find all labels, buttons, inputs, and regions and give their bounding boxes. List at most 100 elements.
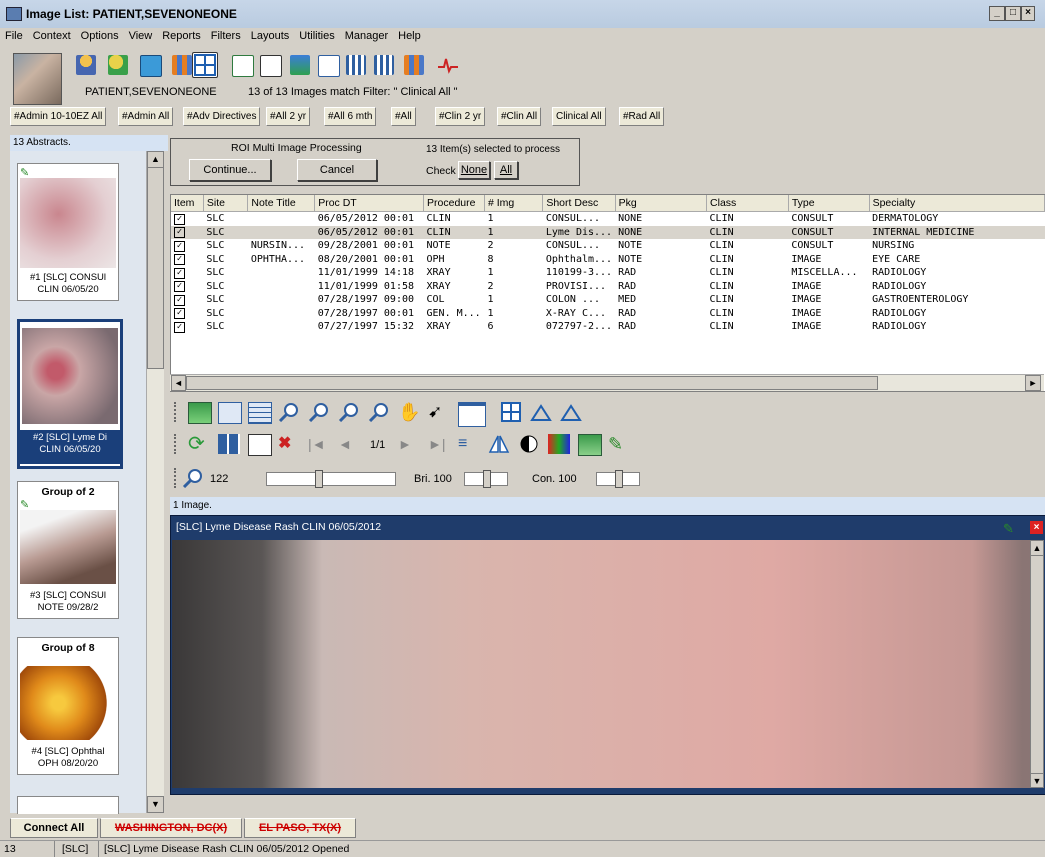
checkbox[interactable]: ✓ [174, 294, 185, 306]
zoom-out-icon[interactable] [308, 402, 330, 423]
settings-icon[interactable] [404, 55, 424, 75]
mark-icon[interactable] [218, 434, 240, 454]
checkbox[interactable]: ✓ [174, 308, 185, 320]
delete-icon[interactable]: ✖ [278, 434, 300, 454]
row-checkbox[interactable]: ✓ [171, 320, 203, 334]
clinical-image[interactable] [172, 540, 1030, 788]
table-row[interactable]: ✓ SLC 11/01/1999 01:58 XRAY 2 PROVISI... RAD CL… [171, 280, 1045, 294]
rotate-left-icon[interactable] [530, 402, 552, 422]
continue-button[interactable]: Continue... [189, 159, 271, 181]
row-checkbox[interactable]: ✓ [171, 266, 203, 280]
table-row[interactable]: ✓ SLC 06/05/2012 00:01 CLIN 1 CONSUL... NONE CL… [171, 212, 1045, 226]
menu-file[interactable]: File [0, 28, 28, 42]
scroll-up-button[interactable]: ▲ [147, 151, 164, 168]
column-header[interactable]: Pkg [615, 195, 708, 212]
flip-icon[interactable] [488, 434, 510, 454]
column-header[interactable]: Short Desc [542, 195, 616, 212]
table-row[interactable]: ✓ SLC OPHTHA... 08/20/2001 00:01 OPH 8 Ophthal… [171, 253, 1045, 267]
pan-hand-icon[interactable]: ✋ [398, 402, 420, 422]
scroll-left-button[interactable]: ◄ [171, 375, 186, 391]
fit-to-window-icon[interactable] [218, 402, 242, 424]
table-row[interactable]: ✓ SLC 07/28/1997 09:00 COL 1 COLON ... MED CLIN… [171, 293, 1045, 307]
compare-icon[interactable] [346, 55, 366, 75]
table-row[interactable]: ✓ SLC 11/01/1999 14:18 XRAY 1 110199-3... RAD C… [171, 266, 1045, 280]
first-image-icon[interactable]: |◄ [308, 434, 330, 454]
checkbox[interactable]: ✓ [174, 227, 185, 239]
close-button[interactable]: × [1021, 6, 1035, 21]
zoom-rect-icon[interactable] [338, 402, 360, 423]
column-header[interactable]: Note Title [247, 195, 316, 212]
document-icon[interactable] [260, 55, 282, 77]
table-row[interactable]: ✓ SLC 06/05/2012 00:01 CLIN 1 Lyme Dis... NONE… [171, 225, 1045, 239]
contrast-slider[interactable] [596, 470, 640, 488]
filter-button[interactable]: #All 2 yr [266, 107, 311, 126]
thumbnail-3[interactable]: Group of 2 ✎ #3 [SLC] CONSUl NOTE 09/28/… [17, 481, 119, 619]
image-list-icon[interactable] [140, 55, 162, 77]
previous-image-icon[interactable]: ◄ [338, 434, 360, 454]
filter-button[interactable]: #Admin All [118, 107, 174, 126]
report-icon[interactable] [318, 55, 340, 77]
column-header[interactable]: Proc DT [314, 195, 425, 212]
site-tab-washington[interactable]: WASHINGTON, DC(X) [100, 818, 242, 838]
window-layout-icon[interactable] [458, 402, 486, 427]
maximize-button[interactable]: □ [1005, 6, 1021, 21]
connect-all-tab[interactable]: Connect All [10, 818, 98, 838]
filter-button[interactable]: #Rad All [619, 107, 665, 126]
table-row[interactable]: ✓ SLC 07/27/1997 15:32 XRAY 6 072797-2... RAD C… [171, 320, 1045, 334]
compare-2-icon[interactable] [374, 55, 394, 75]
scroll-right-button[interactable]: ► [1025, 375, 1041, 391]
menu-reports[interactable]: Reports [157, 28, 206, 42]
align-icon[interactable]: ≡ [458, 434, 480, 454]
fit-width-icon[interactable] [248, 402, 272, 424]
checkbox[interactable]: ✓ [174, 267, 185, 279]
column-header[interactable]: Type [788, 195, 870, 212]
image-capture-icon[interactable] [290, 55, 310, 75]
scroll-thumb[interactable] [1030, 555, 1044, 777]
close-image-icon[interactable]: × [1030, 521, 1043, 534]
filter-button[interactable]: #All 6 mth [324, 107, 377, 126]
filter-button[interactable]: #Adv Directives [183, 107, 261, 126]
viewer-vertical-scrollbar[interactable]: ▲ ▼ [1030, 540, 1044, 788]
rotate-right-icon[interactable] [560, 402, 582, 422]
row-checkbox[interactable]: ✓ [171, 225, 204, 239]
column-header[interactable]: Specialty [869, 195, 1045, 212]
patient-icon[interactable] [76, 55, 96, 75]
column-header[interactable]: Site [203, 195, 249, 212]
menu-filters[interactable]: Filters [206, 28, 246, 42]
thumbnail-1[interactable]: ✎ #1 [SLC] CONSUl CLIN 06/05/20 [17, 163, 119, 301]
column-header[interactable]: Procedure [423, 195, 485, 212]
column-header[interactable]: # Img [484, 195, 544, 212]
zoom-in-icon[interactable] [278, 402, 300, 423]
thumbnail-4[interactable]: Group of 8 #4 [SLC] Ophthal OPH 08/20/20 [17, 637, 119, 775]
table-horizontal-scrollbar[interactable]: ◄ ► [170, 374, 1044, 391]
menu-layouts[interactable]: Layouts [246, 28, 295, 42]
color-adjust-icon[interactable] [548, 434, 570, 454]
next-image-icon[interactable]: ► [398, 434, 420, 454]
last-image-icon[interactable]: ►| [428, 434, 450, 454]
checkbox[interactable]: ✓ [174, 240, 185, 252]
pointer-icon[interactable]: ➹ [428, 402, 450, 422]
brightness-slider[interactable] [464, 470, 508, 488]
zoom-slider-thumb[interactable] [315, 470, 323, 488]
menu-help[interactable]: Help [393, 28, 426, 42]
row-checkbox[interactable]: ✓ [171, 239, 203, 253]
check-none-button[interactable]: None [458, 161, 490, 179]
image-viewer-icon[interactable] [232, 55, 254, 77]
row-checkbox[interactable]: ✓ [171, 212, 203, 226]
row-checkbox[interactable]: ✓ [171, 293, 203, 307]
contrast-slider-thumb[interactable] [615, 470, 623, 488]
thumbnail-2-selected[interactable]: #2 [SLC] Lyme Di CLIN 06/05/20 [17, 319, 123, 469]
zoom-slider[interactable] [266, 470, 396, 488]
checkbox[interactable]: ✓ [174, 281, 185, 293]
filter-button[interactable]: Clinical All [552, 107, 606, 126]
column-header[interactable]: Class [706, 195, 789, 212]
copy-image-icon[interactable] [188, 402, 212, 424]
scroll-down-button[interactable]: ▼ [147, 796, 164, 813]
menu-context[interactable]: Context [28, 28, 76, 42]
ekg-icon[interactable] [438, 55, 458, 75]
scroll-up-button[interactable]: ▲ [1030, 540, 1044, 556]
row-checkbox[interactable]: ✓ [171, 253, 203, 267]
scroll-thumb[interactable] [147, 167, 164, 369]
menu-options[interactable]: Options [76, 28, 124, 42]
invert-icon[interactable] [518, 434, 540, 454]
